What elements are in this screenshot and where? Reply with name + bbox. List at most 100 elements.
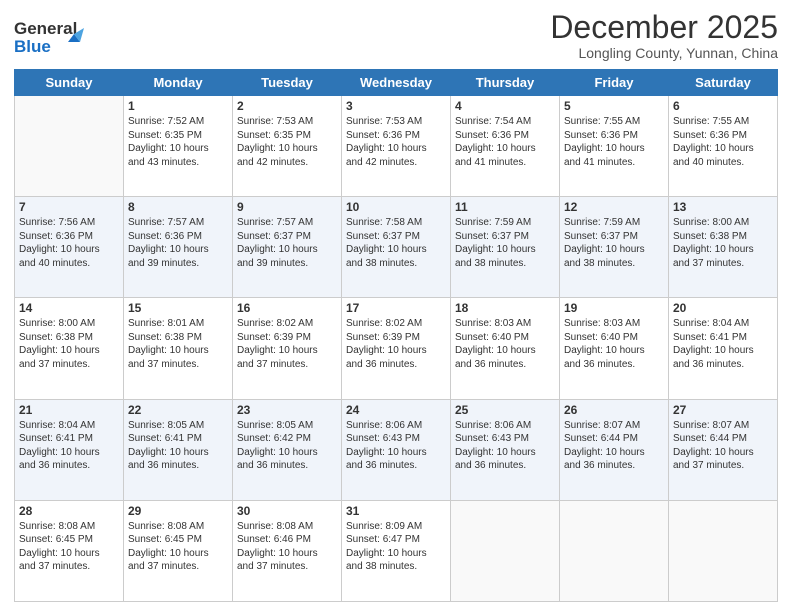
day-number: 10 (346, 200, 446, 214)
day-number: 30 (237, 504, 337, 518)
cell-content: Sunrise: 7:53 AMSunset: 6:35 PMDaylight:… (237, 115, 337, 169)
day-number: 16 (237, 301, 337, 315)
cell-content: Sunrise: 8:06 AMSunset: 6:43 PMDaylight:… (455, 419, 555, 473)
cell-content: Sunrise: 7:55 AMSunset: 6:36 PMDaylight:… (673, 115, 773, 169)
day-number: 24 (346, 403, 446, 417)
cell-content: Sunrise: 7:52 AMSunset: 6:35 PMDaylight:… (128, 115, 228, 169)
cell-content: Sunrise: 7:54 AMSunset: 6:36 PMDaylight:… (455, 115, 555, 169)
cell-content: Sunrise: 8:08 AMSunset: 6:46 PMDaylight:… (237, 520, 337, 574)
day-number: 1 (128, 99, 228, 113)
day-number: 25 (455, 403, 555, 417)
day-number: 11 (455, 200, 555, 214)
day-number: 29 (128, 504, 228, 518)
calendar-week-row: 14Sunrise: 8:00 AMSunset: 6:38 PMDayligh… (15, 298, 778, 399)
calendar-week-row: 21 Sunrise: 8:04 AMSunset: 6:41 PMDayligh… (15, 399, 778, 500)
calendar-cell: 27 Sunrise: 8:07 AMSunset: 6:44 PMDayligh… (669, 399, 778, 500)
day-number: 7 (19, 200, 119, 214)
day-number: 18 (455, 301, 555, 315)
calendar-cell: 25 Sunrise: 8:06 AMSunset: 6:43 PMDayligh… (451, 399, 560, 500)
day-number: 3 (346, 99, 446, 113)
day-number: 17 (346, 301, 446, 315)
cell-content: Sunrise: 8:08 AMSunset: 6:45 PMDaylight:… (19, 520, 119, 574)
cell-content: Sunrise: 7:59 AMSunset: 6:37 PMDaylight:… (564, 216, 664, 270)
calendar-cell: 28 Sunrise: 8:08 AMSunset: 6:45 PMDayligh… (15, 500, 124, 601)
cell-content: Sunrise: 7:59 AMSunset: 6:37 PMDaylight:… (455, 216, 555, 270)
day-header-wednesday: Wednesday (342, 70, 451, 96)
day-number: 22 (128, 403, 228, 417)
cell-content: Sunrise: 8:08 AMSunset: 6:45 PMDaylight:… (128, 520, 228, 574)
cell-content: Sunrise: 8:05 AMSunset: 6:42 PMDaylight:… (237, 419, 337, 473)
calendar-cell: 31 Sunrise: 8:09 AMSunset: 6:47 PMDayligh… (342, 500, 451, 601)
calendar-cell: 4Sunrise: 7:54 AMSunset: 6:36 PMDaylight… (451, 96, 560, 197)
calendar-cell: 16 Sunrise: 8:02 AMSunset: 6:39 PMDayligh… (233, 298, 342, 399)
calendar-cell: 12 Sunrise: 7:59 AMSunset: 6:37 PMDayligh… (560, 197, 669, 298)
month-title: December 2025 (550, 10, 778, 45)
day-header-friday: Friday (560, 70, 669, 96)
cell-content: Sunrise: 7:55 AMSunset: 6:36 PMDaylight:… (564, 115, 664, 169)
calendar-cell (15, 96, 124, 197)
calendar-week-row: 7 Sunrise: 7:56 AMSunset: 6:36 PMDaylight… (15, 197, 778, 298)
day-number: 26 (564, 403, 664, 417)
page: General Blue December 2025 Longling Coun… (0, 0, 792, 612)
calendar-cell: 10 Sunrise: 7:58 AMSunset: 6:37 PMDayligh… (342, 197, 451, 298)
logo: General Blue (14, 14, 94, 63)
cell-content: Sunrise: 8:07 AMSunset: 6:44 PMDaylight:… (673, 419, 773, 473)
calendar-cell: 7 Sunrise: 7:56 AMSunset: 6:36 PMDaylight… (15, 197, 124, 298)
calendar-cell: 20Sunrise: 8:04 AMSunset: 6:41 PMDayligh… (669, 298, 778, 399)
day-number: 9 (237, 200, 337, 214)
calendar-table: SundayMondayTuesdayWednesdayThursdayFrid… (14, 69, 778, 602)
calendar-cell: 2 Sunrise: 7:53 AMSunset: 6:35 PMDaylight… (233, 96, 342, 197)
calendar-week-row: 1 Sunrise: 7:52 AMSunset: 6:35 PMDaylight… (15, 96, 778, 197)
header: General Blue December 2025 Longling Coun… (14, 10, 778, 63)
calendar-cell: 21 Sunrise: 8:04 AMSunset: 6:41 PMDayligh… (15, 399, 124, 500)
cell-content: Sunrise: 8:02 AMSunset: 6:39 PMDaylight:… (237, 317, 337, 371)
calendar-cell: 6Sunrise: 7:55 AMSunset: 6:36 PMDaylight… (669, 96, 778, 197)
cell-content: Sunrise: 8:04 AMSunset: 6:41 PMDaylight:… (19, 419, 119, 473)
day-header-thursday: Thursday (451, 70, 560, 96)
calendar-cell (451, 500, 560, 601)
day-header-tuesday: Tuesday (233, 70, 342, 96)
cell-content: Sunrise: 7:58 AMSunset: 6:37 PMDaylight:… (346, 216, 446, 270)
calendar-cell: 1 Sunrise: 7:52 AMSunset: 6:35 PMDaylight… (124, 96, 233, 197)
day-number: 27 (673, 403, 773, 417)
day-header-saturday: Saturday (669, 70, 778, 96)
calendar-cell: 29 Sunrise: 8:08 AMSunset: 6:45 PMDayligh… (124, 500, 233, 601)
calendar-cell: 15Sunrise: 8:01 AMSunset: 6:38 PMDayligh… (124, 298, 233, 399)
cell-content: Sunrise: 8:03 AMSunset: 6:40 PMDaylight:… (564, 317, 664, 371)
cell-content: Sunrise: 8:01 AMSunset: 6:38 PMDaylight:… (128, 317, 228, 371)
calendar-cell: 3 Sunrise: 7:53 AMSunset: 6:36 PMDaylight… (342, 96, 451, 197)
calendar-cell: 11 Sunrise: 7:59 AMSunset: 6:37 PMDayligh… (451, 197, 560, 298)
day-number: 12 (564, 200, 664, 214)
calendar-cell (669, 500, 778, 601)
calendar-cell: 24 Sunrise: 8:06 AMSunset: 6:43 PMDayligh… (342, 399, 451, 500)
day-number: 19 (564, 301, 664, 315)
calendar-cell: 14Sunrise: 8:00 AMSunset: 6:38 PMDayligh… (15, 298, 124, 399)
cell-content: Sunrise: 7:57 AMSunset: 6:37 PMDaylight:… (237, 216, 337, 270)
calendar-cell: 9 Sunrise: 7:57 AMSunset: 6:37 PMDaylight… (233, 197, 342, 298)
day-number: 21 (19, 403, 119, 417)
calendar-cell: 26Sunrise: 8:07 AMSunset: 6:44 PMDayligh… (560, 399, 669, 500)
cell-content: Sunrise: 8:03 AMSunset: 6:40 PMDaylight:… (455, 317, 555, 371)
calendar-cell: 19 Sunrise: 8:03 AMSunset: 6:40 PMDayligh… (560, 298, 669, 399)
calendar-cell: 22 Sunrise: 8:05 AMSunset: 6:41 PMDayligh… (124, 399, 233, 500)
day-header-monday: Monday (124, 70, 233, 96)
cell-content: Sunrise: 7:53 AMSunset: 6:36 PMDaylight:… (346, 115, 446, 169)
calendar-cell: 8Sunrise: 7:57 AMSunset: 6:36 PMDaylight… (124, 197, 233, 298)
cell-content: Sunrise: 7:56 AMSunset: 6:36 PMDaylight:… (19, 216, 119, 270)
calendar-header-row: SundayMondayTuesdayWednesdayThursdayFrid… (15, 70, 778, 96)
cell-content: Sunrise: 8:04 AMSunset: 6:41 PMDaylight:… (673, 317, 773, 371)
calendar-cell: 23 Sunrise: 8:05 AMSunset: 6:42 PMDayligh… (233, 399, 342, 500)
day-number: 13 (673, 200, 773, 214)
cell-content: Sunrise: 8:06 AMSunset: 6:43 PMDaylight:… (346, 419, 446, 473)
day-number: 28 (19, 504, 119, 518)
cell-content: Sunrise: 8:05 AMSunset: 6:41 PMDaylight:… (128, 419, 228, 473)
calendar-cell (560, 500, 669, 601)
day-number: 31 (346, 504, 446, 518)
logo-text: General Blue (14, 14, 94, 63)
day-number: 2 (237, 99, 337, 113)
cell-content: Sunrise: 8:02 AMSunset: 6:39 PMDaylight:… (346, 317, 446, 371)
cell-content: Sunrise: 8:09 AMSunset: 6:47 PMDaylight:… (346, 520, 446, 574)
calendar-week-row: 28 Sunrise: 8:08 AMSunset: 6:45 PMDayligh… (15, 500, 778, 601)
day-header-sunday: Sunday (15, 70, 124, 96)
day-number: 23 (237, 403, 337, 417)
